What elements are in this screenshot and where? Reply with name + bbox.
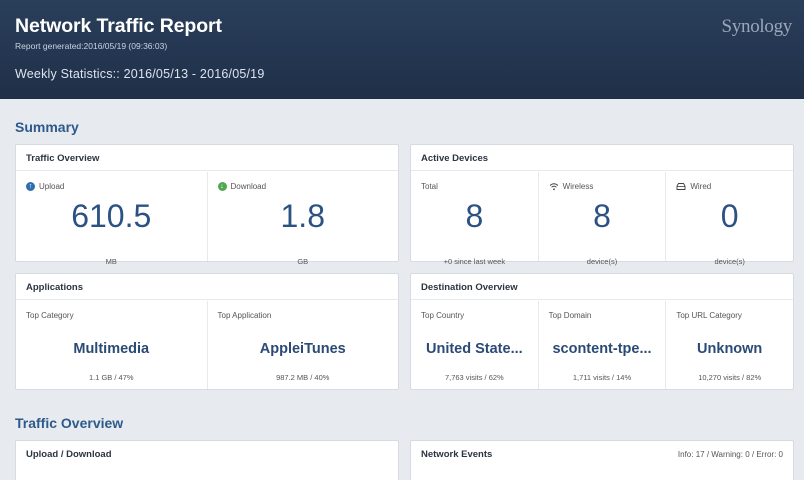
wireless-devices-stat: Wireless 8 device(s): [537, 172, 666, 266]
traffic-overview-title: Traffic Overview: [16, 145, 398, 171]
top-application-label: Top Application: [217, 311, 272, 320]
total-devices-change: +0 since last week: [443, 257, 506, 266]
wired-label: Wired: [690, 182, 712, 191]
report-generated-time: Report generated:2016/05/19 (09:36:03): [15, 41, 168, 51]
top-country-value: United State...: [425, 341, 523, 357]
wired-devices-stat: Wired 0 device(s): [665, 172, 793, 266]
applications-card: Applications Top Category Multimedia 1.1…: [15, 273, 399, 390]
network-events-card: Network Events Info: 17 / Warning: 0 / E…: [410, 440, 794, 480]
upload-value: 610.5: [71, 198, 152, 234]
active-devices-card: Active Devices Total 8 +0 since last wee…: [410, 144, 794, 266]
applications-title: Applications: [16, 274, 398, 300]
summary-section-title: Summary: [15, 119, 79, 135]
top-url-category-visits: 10,270 visits / 82%: [698, 373, 762, 382]
active-devices-title: Active Devices: [411, 145, 793, 171]
top-country-visits: 7,763 visits / 62%: [444, 373, 504, 382]
total-devices-label: Total: [421, 182, 438, 191]
wired-devices-value: 0: [720, 198, 739, 234]
synology-logo: Synology: [721, 16, 793, 37]
upload-download-title: Upload / Download: [26, 449, 112, 460]
top-domain-value: scontent-tpe...: [552, 341, 652, 357]
download-unit: GB: [297, 257, 309, 266]
top-application-value: AppleiTunes: [259, 341, 346, 357]
top-category-value: Multimedia: [73, 341, 150, 357]
traffic-overview-card: Traffic Overview ↑ Upload 610.5 MB ↓ Dow…: [15, 144, 399, 266]
upload-arrow-icon: ↑: [26, 182, 35, 191]
total-devices-stat: Total 8 +0 since last week: [411, 172, 538, 266]
wired-devices-unit: device(s): [714, 257, 745, 266]
top-domain-label: Top Domain: [548, 311, 592, 320]
top-application-stat: Top Application AppleiTunes 987.2 MB / 4…: [206, 301, 399, 389]
network-events-title: Network Events: [421, 449, 493, 460]
top-url-category-stat: Top URL Category Unknown 10,270 visits /…: [665, 301, 793, 389]
report-header: Network Traffic Report Report generated:…: [0, 0, 804, 99]
weekly-statistics-range: Weekly Statistics:: 2016/05/13 - 2016/05…: [15, 67, 265, 81]
top-domain-visits: 1,711 visits / 14%: [572, 373, 632, 382]
destination-overview-card: Destination Overview Top Country United …: [410, 273, 794, 390]
traffic-overview-section-title: Traffic Overview: [15, 415, 124, 431]
upload-stat: ↑ Upload 610.5 MB: [16, 172, 207, 266]
wireless-devices-unit: device(s): [586, 257, 618, 266]
top-country-stat: Top Country United State... 7,763 visits…: [411, 301, 538, 389]
top-country-label: Top Country: [421, 311, 465, 320]
wireless-label: Wireless: [562, 182, 594, 191]
download-stat: ↓ Download 1.8 GB: [206, 172, 399, 266]
upload-label: Upload: [39, 182, 65, 191]
report-title: Network Traffic Report: [15, 15, 222, 37]
top-application-usage: 987.2 MB / 40%: [276, 373, 330, 382]
wired-icon: [676, 183, 686, 190]
network-events-counts: Info: 17 / Warning: 0 / Error: 0: [677, 450, 783, 459]
top-category-usage: 1.1 GB / 47%: [88, 373, 134, 382]
top-url-category-value: Unknown: [697, 341, 763, 357]
download-value: 1.8: [280, 198, 325, 234]
top-category-stat: Top Category Multimedia 1.1 GB / 47%: [16, 301, 207, 389]
download-label: Download: [230, 182, 267, 191]
wireless-devices-value: 8: [593, 198, 611, 234]
upload-unit: MB: [105, 257, 117, 266]
top-url-category-label: Top URL Category: [676, 311, 742, 320]
wifi-icon: [549, 183, 559, 191]
top-category-label: Top Category: [26, 311, 74, 320]
download-arrow-icon: ↓: [217, 182, 227, 191]
top-domain-stat: Top Domain scontent-tpe... 1,711 visits …: [537, 301, 666, 389]
upload-download-card: Upload / Download: [15, 440, 399, 480]
destination-overview-title: Destination Overview: [411, 274, 793, 300]
total-devices-value: 8: [465, 198, 484, 234]
